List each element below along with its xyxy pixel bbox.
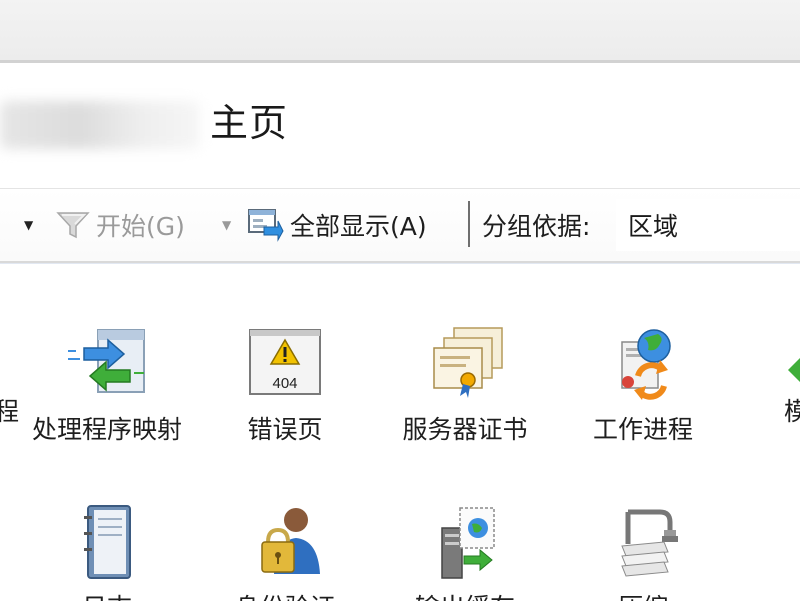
error-code-text: 404: [272, 375, 297, 392]
tile-worker-processes[interactable]: 工作进程: [568, 324, 718, 450]
handler-mappings-icon: [68, 329, 145, 393]
toolbar-separator: [468, 201, 470, 247]
tile-handler-mappings[interactable]: 处理程序映射: [32, 324, 182, 450]
group-by-value: 区域: [628, 212, 679, 241]
filter-dropdown-caret[interactable]: ▼: [24, 189, 33, 261]
start-button-label: 开始(G): [96, 212, 185, 241]
tile-label: 服务器证书: [402, 415, 528, 444]
show-all-button[interactable]: 全部显示(A): [246, 189, 427, 261]
page-header: 主页: [0, 63, 800, 185]
page-title: 主页: [210, 101, 289, 145]
filter-toolbar: ▼ 开始(G) ▼ 全部显示(A) 分组依据: 区域: [0, 188, 800, 264]
tile-error-pages[interactable]: 404 错误页: [210, 324, 360, 450]
output-caching-icon: [441, 507, 495, 579]
tile-label: 输出缓存: [390, 588, 540, 601]
worker-processes-icon: [621, 329, 671, 400]
tile-label: 日志: [32, 588, 182, 601]
tile-label: 身份验证: [210, 588, 360, 601]
caret-down-icon: ▼: [222, 218, 232, 232]
funnel-icon: [56, 210, 90, 240]
tile-label: 工作进程: [592, 415, 693, 444]
tile-label: 错误页: [247, 415, 323, 444]
group-by-label: 分组依据:: [482, 212, 591, 241]
show-all-icon: [246, 207, 284, 243]
compression-icon: [621, 509, 678, 577]
show-all-label: 全部显示(A): [290, 212, 427, 241]
tile-label: 处理程序映射: [32, 415, 183, 444]
group-by-select[interactable]: 区域: [616, 199, 800, 251]
clipped-tile-icon: [788, 358, 800, 382]
show-all-caret[interactable]: ▼: [222, 189, 231, 261]
authentication-icon: [261, 508, 320, 574]
window-chrome-band: [0, 0, 800, 63]
caret-down-icon: ▼: [24, 218, 34, 232]
tile-output-caching[interactable]: 输出缓存: [390, 502, 540, 601]
blurred-server-name: [0, 101, 200, 149]
clipped-tile-label-left: 程: [0, 392, 19, 428]
tile-authentication[interactable]: 身份验证: [210, 502, 360, 601]
group-by-label-wrap: 分组依据:: [482, 189, 590, 261]
tile-server-certificates[interactable]: 服务器证书: [390, 324, 540, 450]
server-certificates-icon: [433, 327, 503, 398]
tile-label: 压缩: [568, 588, 718, 601]
tile-logging[interactable]: 日志: [32, 502, 182, 601]
features-view: 程 处理程序映射 404 错误页: [0, 263, 800, 601]
start-button[interactable]: 开始(G): [56, 189, 185, 261]
error-pages-icon: 404: [249, 329, 321, 395]
logging-icon: [84, 505, 131, 579]
tile-compression[interactable]: 压缩: [568, 502, 718, 601]
